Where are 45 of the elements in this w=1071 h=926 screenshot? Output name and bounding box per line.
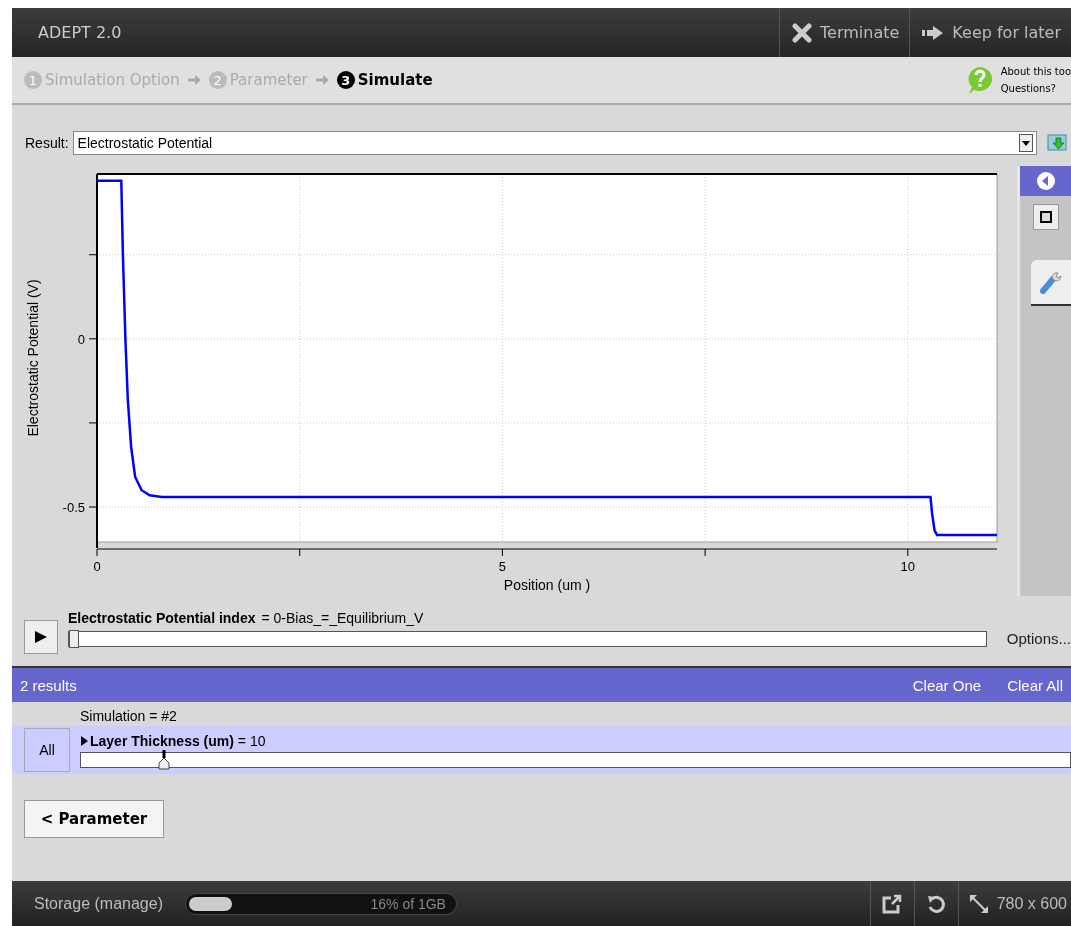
wrench-icon [1039,270,1062,294]
help-link[interactable]: Questions? [1000,83,1071,94]
result-dropdown[interactable]: Electrostatic Potential [72,131,1037,155]
axis-title: Electrostatic Potential (V) [25,279,41,437]
expand-icon[interactable] [80,735,88,746]
tick-label: 0 [93,559,101,574]
parameter-label: Layer Thickness (um) = 10 [80,732,1071,749]
parameter-slider[interactable] [80,751,1071,768]
refresh-icon [926,893,947,914]
download-icon[interactable] [1047,133,1069,153]
all-button[interactable]: All [24,728,70,772]
simulation-label: Simulation = #2 [80,708,178,724]
play-button[interactable] [24,620,58,654]
tick-label: 0 [77,331,85,347]
options-link[interactable]: Options... [1006,630,1071,647]
square-button[interactable] [1032,204,1059,230]
tick-label: 5 [498,559,506,574]
clear-link[interactable]: Clear All [1007,676,1063,694]
settings-tab[interactable] [1030,260,1071,306]
index-slider[interactable] [68,630,987,647]
arrow-right-icon [315,75,329,85]
window-title: ADEPT 2.0 [37,23,123,42]
clear-link[interactable]: Clear One [912,676,982,694]
tick-label: 10 [900,559,916,574]
slider-thumb[interactable] [69,629,79,648]
square-icon [1039,211,1052,223]
help-link[interactable]: About this too [1000,66,1071,77]
storage-link[interactable]: Storage (manage) [34,894,163,913]
axis-title: Position (um ) [503,577,591,593]
results-count: 2 results [20,676,78,694]
back-button[interactable]: < Parameter [24,800,164,838]
play-icon [34,630,48,644]
storage-usage: 16% of 1GB [370,895,446,912]
resize-button[interactable]: 780 x 600 [957,881,1071,926]
collapse-left-icon[interactable] [1035,171,1056,191]
tick-label: -0.5 [62,500,85,515]
arrow-right-icon [187,75,201,85]
popout-icon [882,893,903,914]
resize-icon [968,893,989,914]
slider-thumb[interactable] [158,749,171,770]
slider-label: Electrostatic Potential index = 0-Bias_=_Equilibrium_V [68,610,425,626]
result-label: Result: [25,135,69,151]
close-icon [792,22,813,43]
arrow-right-icon [922,25,945,40]
step-tab[interactable]: 3 Simulate [336,71,433,89]
